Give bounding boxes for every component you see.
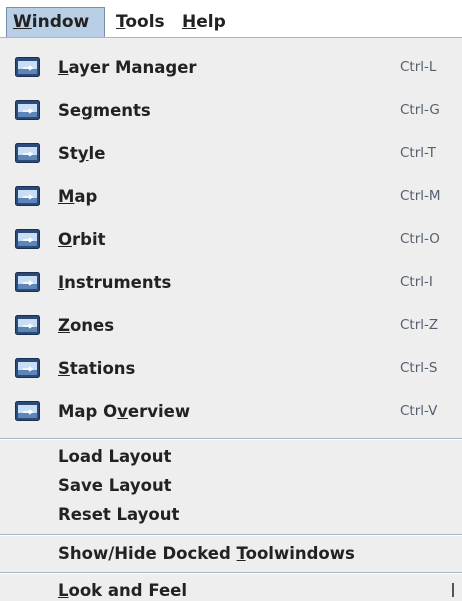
window-icon	[15, 186, 40, 206]
menu-help-rest: elp	[196, 12, 226, 32]
label-mnemonic: L	[58, 581, 69, 600]
menu-help-mnemonic: H	[182, 12, 197, 32]
label-rest: oolwindows	[245, 544, 355, 563]
menu-item-map[interactable]: Map Ctrl-M	[0, 175, 462, 218]
label-mnemonic: Z	[58, 316, 70, 335]
menu-item-save-layout[interactable]: Save Layout	[0, 471, 462, 500]
label-rest: erview	[127, 402, 191, 421]
submenu-arrow-icon	[452, 583, 454, 597]
menu-item-label: Reset Layout	[58, 505, 180, 524]
shortcut-label: Ctrl-S	[400, 360, 438, 376]
shortcut-label: Ctrl-O	[400, 231, 440, 247]
menu-item-label: Look and Feel	[58, 576, 187, 601]
menu-item-map-overview[interactable]: Map Overview Ctrl-V	[0, 390, 462, 433]
label-rest: ments	[92, 101, 151, 120]
menu-bar: Window Tools Help	[0, 0, 462, 38]
shortcut-label: Ctrl-V	[400, 403, 438, 419]
menu-item-load-layout[interactable]: Load Layout	[0, 442, 462, 471]
label-rest: nstruments	[64, 273, 172, 292]
menu-window[interactable]: Window	[6, 7, 105, 37]
menu-tools[interactable]: Tools	[110, 7, 171, 37]
application-frame: Window Tools Help Layer Manager Ctrl-L S…	[0, 0, 462, 601]
window-icon	[15, 143, 40, 163]
label-rest: tations	[69, 359, 136, 378]
menu-separator	[0, 438, 462, 440]
menu-item-label: Zones	[58, 304, 114, 347]
window-icon	[15, 272, 40, 292]
menu-item-reset-layout[interactable]: Reset Layout	[0, 500, 462, 529]
menu-item-label: Segments	[58, 89, 151, 132]
label-mnemonic: y	[77, 144, 89, 163]
window-icon	[15, 57, 40, 77]
shortcut-label: Ctrl-I	[400, 274, 433, 290]
menu-item-label: Style	[58, 132, 105, 175]
label-mnemonic: T	[236, 544, 246, 563]
label-rest: ayer Manager	[68, 58, 197, 77]
menu-window-rest: indow	[31, 12, 90, 32]
shortcut-label: Ctrl-G	[400, 102, 440, 118]
label-mnemonic: v	[117, 402, 128, 421]
menu-item-stations[interactable]: Stations Ctrl-S	[0, 347, 462, 390]
window-icon	[15, 229, 40, 249]
menu-item-show-hide-toolwindows[interactable]: Show/Hide Docked Toolwindows	[0, 538, 462, 570]
shortcut-label: Ctrl-L	[400, 59, 437, 75]
menu-item-orbit[interactable]: Orbit Ctrl-O	[0, 218, 462, 261]
menu-tools-mnemonic: T	[116, 12, 126, 32]
menu-item-zones[interactable]: Zones Ctrl-Z	[0, 304, 462, 347]
menu-item-label: Save Layout	[58, 476, 172, 495]
label-pre: St	[58, 144, 78, 163]
label-rest: rbit	[72, 230, 106, 249]
menu-item-label: Layer Manager	[58, 46, 197, 89]
window-icon	[15, 100, 40, 120]
menu-item-label: Load Layout	[58, 447, 172, 466]
menu-item-label: Stations	[58, 347, 135, 390]
menu-item-segments[interactable]: Segments Ctrl-G	[0, 89, 462, 132]
window-icon	[15, 358, 40, 378]
window-menu-dropdown: Layer Manager Ctrl-L Segments Ctrl-G Sty…	[0, 38, 462, 601]
menu-item-label: Map	[58, 175, 97, 218]
menu-item-label: Instruments	[58, 261, 171, 304]
menu-item-style[interactable]: Style Ctrl-T	[0, 132, 462, 175]
label-mnemonic: L	[58, 58, 69, 77]
label-mnemonic: M	[58, 187, 75, 206]
label-rest: le	[88, 144, 106, 163]
shortcut-label: Ctrl-T	[400, 145, 436, 161]
menu-window-mnemonic: W	[13, 12, 32, 32]
menu-item-layer-manager[interactable]: Layer Manager Ctrl-L	[0, 46, 462, 89]
menu-item-instruments[interactable]: Instruments Ctrl-I	[0, 261, 462, 304]
window-icon	[15, 401, 40, 421]
menu-tools-rest: ools	[125, 12, 165, 32]
menu-separator	[0, 572, 462, 574]
menu-item-label: Orbit	[58, 218, 106, 261]
label-mnemonic: g	[81, 101, 93, 120]
menu-help[interactable]: Help	[176, 7, 232, 37]
menu-separator	[0, 534, 462, 536]
menu-item-look-and-feel[interactable]: Look and Feel	[0, 576, 462, 601]
shortcut-label: Ctrl-Z	[400, 317, 439, 333]
label-rest: ap	[74, 187, 98, 206]
label-mnemonic: S	[58, 359, 70, 378]
label-mnemonic: O	[58, 230, 73, 249]
menu-item-label: Map Overview	[58, 390, 190, 433]
label-rest: ook and Feel	[68, 581, 187, 600]
label-pre: Show/Hide Docked	[58, 544, 237, 563]
window-icon	[15, 315, 40, 335]
menu-item-label: Show/Hide Docked Toolwindows	[58, 538, 355, 570]
label-pre: Se	[58, 101, 82, 120]
label-pre: Map O	[58, 402, 118, 421]
label-rest: ones	[69, 316, 115, 335]
shortcut-label: Ctrl-M	[400, 188, 441, 204]
